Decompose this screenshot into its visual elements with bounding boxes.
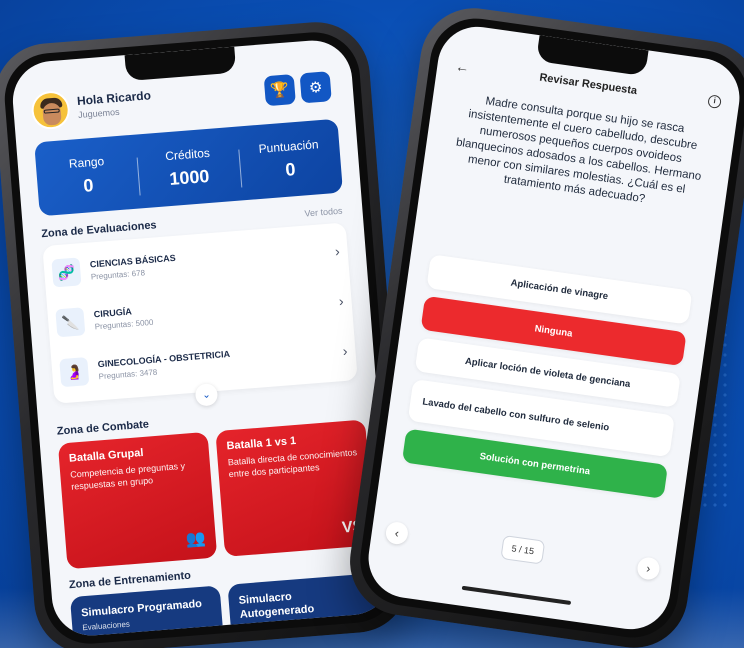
- auto-sim-title: Simulacro Autogenerado: [238, 590, 315, 621]
- stat-label: Rango: [68, 153, 105, 171]
- phone-bezel: Hola Ricardo Juguemos 🏆 ⚙ Rango 0 Crédit…: [1, 28, 403, 648]
- stat-rank: Rango 0: [35, 151, 139, 200]
- stats-card: Rango 0 Créditos 1000 Puntuación 0: [34, 118, 344, 217]
- scalpel-icon: 🔪: [55, 307, 86, 338]
- combat-title: Zona de Combate: [56, 418, 150, 438]
- training-title: Zona de Entrenamiento: [68, 569, 192, 592]
- see-all-link[interactable]: Ver todos: [304, 206, 343, 219]
- trophy-button[interactable]: 🏆: [263, 74, 296, 107]
- stat-label: Créditos: [164, 145, 211, 163]
- group-battle-desc: Competencia de preguntas y respuestas en…: [69, 460, 186, 492]
- duel-battle-desc: Batalla directa de conocimientos entre d…: [227, 447, 358, 480]
- evaluations-title: Zona de Evaluaciones: [40, 219, 158, 241]
- expand-list-button[interactable]: ⌄: [194, 382, 219, 407]
- stat-value: 1000: [168, 165, 211, 189]
- user-greeting: Hola Ricardo: [76, 88, 152, 109]
- stat-value: 0: [82, 174, 95, 196]
- review-screen: ← Revisar Respuesta i Madre consulta por…: [363, 21, 744, 635]
- phone-notch: [535, 35, 649, 77]
- settings-button[interactable]: ⚙: [299, 71, 332, 104]
- chevron-right-icon: ›: [338, 292, 345, 310]
- duel-battle-card[interactable]: Batalla 1 vs 1 Batalla directa de conoci…: [215, 419, 375, 557]
- home-indicator[interactable]: [461, 585, 572, 606]
- user-subtitle: Juguemos: [77, 106, 120, 121]
- pregnancy-icon: 🤰: [59, 357, 90, 388]
- chevron-right-icon: ›: [334, 242, 341, 260]
- stat-credits: Créditos 1000: [136, 143, 240, 192]
- chevron-down-icon: ⌄: [201, 389, 212, 401]
- chevron-left-icon: ‹: [393, 525, 400, 541]
- evaluations-list: 🧬 CIENCIAS BÁSICAS Preguntas: 678 › 🔪 CI…: [42, 222, 358, 404]
- chevron-right-icon: ›: [645, 561, 652, 576]
- prev-question-button[interactable]: ‹: [384, 520, 410, 546]
- phone-bezel: ← Revisar Respuesta i Madre consulta por…: [354, 12, 744, 644]
- stat-label: Puntuación: [258, 136, 320, 156]
- group-icon: 👥: [185, 530, 207, 549]
- avatar[interactable]: [30, 89, 72, 131]
- group-battle-card[interactable]: Batalla Grupal Competencia de preguntas …: [57, 431, 218, 570]
- next-question-button[interactable]: ›: [636, 556, 661, 581]
- home-screen: Hola Ricardo Juguemos 🏆 ⚙ Rango 0 Crédit…: [9, 37, 395, 639]
- dna-icon: 🧬: [51, 257, 82, 288]
- programmed-sim-card[interactable]: Simulacro Programado Evaluaciones: [69, 585, 226, 639]
- question-pager: 5 / 15: [500, 535, 546, 565]
- stat-value: 0: [284, 158, 297, 180]
- gear-icon: ⚙: [308, 78, 324, 97]
- phone-notch: [124, 46, 237, 82]
- chevron-right-icon: ›: [342, 342, 349, 359]
- stat-score: Puntuación 0: [237, 135, 341, 184]
- trophy-icon: 🏆: [269, 81, 290, 100]
